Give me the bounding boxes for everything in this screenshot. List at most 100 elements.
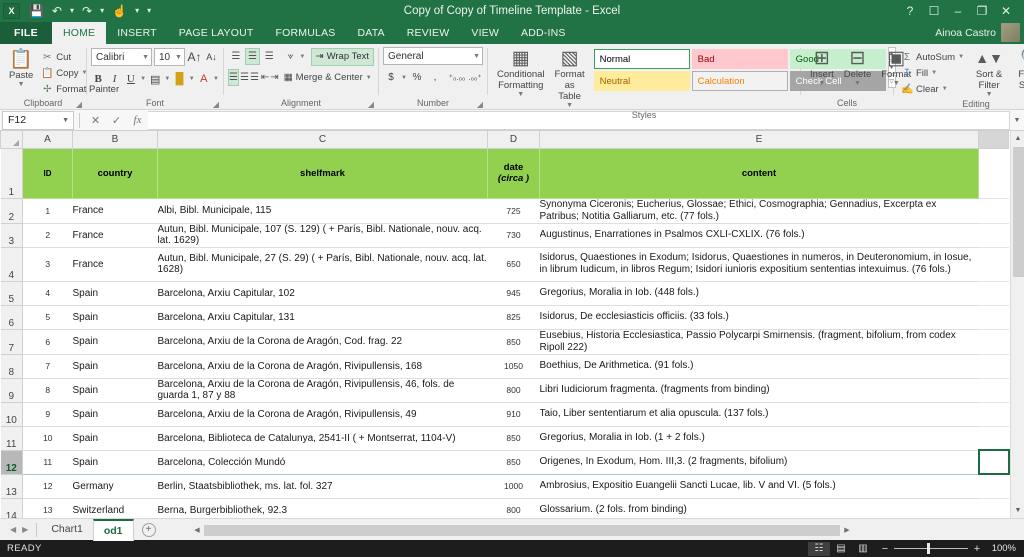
row-header-3[interactable]: 3 [0,222,23,248]
table-row[interactable]: 9 8 Spain Barcelona, Arxiu de la Corona de … [0,377,1009,403]
cell-f2[interactable] [978,198,1009,224]
borders-dropdown-icon[interactable]: ▼ [164,76,170,82]
row-header-2[interactable]: 2 [0,197,23,224]
cell-f13[interactable] [978,474,1009,499]
cell-date[interactable]: 850 [487,449,540,475]
row-header-12[interactable]: 12 [0,449,23,475]
cell-content[interactable]: Gregorius, Moralia in Iob. (448 fols.) [539,281,979,306]
table-row[interactable]: 5 4 Spain Barcelona, Arxiu Capitular, 102 94… [0,280,1009,306]
cell-id[interactable]: 13 [22,498,73,518]
cell-f9[interactable] [978,378,1009,403]
sheet-prev-icon[interactable]: ◀ [10,525,16,534]
align-center-button[interactable]: ☰ [240,69,249,86]
row-header-9[interactable]: 9 [0,377,23,403]
zoom-in-button[interactable]: + [972,543,982,555]
zoom-slider[interactable]: − + [880,543,982,555]
cell-date[interactable]: 1050 [487,354,540,379]
cell-content[interactable]: Isidorus, Quaestiones in Exodum; Isidoru… [539,247,979,282]
touch-mode-icon[interactable]: ☝ [109,3,130,19]
redo-dropdown-icon[interactable]: ▾ [97,3,107,19]
clipboard-dialog-launcher[interactable]: ◢ [76,99,82,110]
fill-button[interactable]: ↧ Fill ▼ [898,65,968,81]
decrease-decimal-button[interactable]: .₀₀⁺ [467,69,483,86]
zoom-thumb[interactable] [927,543,930,554]
cell-shelfmark[interactable]: Berna, Burgerbibliothek, 92.3 [157,498,488,518]
row-header-10[interactable]: 10 [0,401,23,427]
table-row[interactable]: 3 2 France Autun, Bibl. Municipale, 107 (S.… [0,222,1009,248]
tab-data[interactable]: DATA [346,22,395,44]
cell-country[interactable]: Germany [72,474,158,499]
align-right-button[interactable]: ☰ [250,69,259,86]
row-header-4[interactable]: 4 [0,246,23,282]
normal-view-button[interactable]: ☷ [808,541,830,556]
header-cell-shelfmark[interactable]: shelfmark [157,148,488,199]
cell-country[interactable]: Spain [72,281,158,306]
row-header-6[interactable]: 6 [0,304,23,330]
font-size-combo[interactable]: 10 ▼ [154,48,185,66]
fill-dropdown-icon[interactable]: ▼ [931,70,938,76]
cell-f14[interactable] [978,498,1009,518]
cell-id[interactable]: 10 [22,426,73,451]
name-box[interactable]: F12 ▼ [2,110,74,130]
cell-content[interactable]: Augustinus, Enarrationes in Psalmos CXLI… [539,223,979,248]
undo-dropdown-icon[interactable]: ▾ [67,3,77,19]
align-left-button[interactable]: ☰ [228,69,239,86]
cell-country[interactable]: Spain [72,354,158,379]
conditional-formatting-dropdown-icon[interactable]: ▼ [517,91,524,98]
cell-content[interactable]: Gregorius, Moralia in Iob. (1 + 2 fols.) [539,426,979,451]
tab-formulas[interactable]: FORMULAS [265,22,347,44]
cell-style-normal[interactable]: Normal [593,49,690,69]
cell-shelfmark[interactable]: Barcelona, Arxiu de la Corona de Aragón,… [157,378,488,403]
cell-shelfmark[interactable]: Barcelona, Colección Mundó [157,449,488,475]
cell-country[interactable]: France [72,198,158,224]
sheet-tab-od1[interactable]: od1 [92,518,134,541]
orientation-button[interactable]: ⟇ [283,48,299,65]
cell-style-bad[interactable]: Bad [691,49,788,69]
sheet-nav-arrows[interactable]: ◀ ▶ [0,525,36,534]
scroll-down-icon[interactable]: ▼ [1010,503,1024,518]
cell-shelfmark[interactable]: Autun, Bibl. Municipale, 27 (S. 29) ( + … [157,247,488,282]
cell-id[interactable]: 6 [22,329,73,355]
cell-id[interactable]: 5 [22,305,73,330]
row-header-7[interactable]: 7 [0,328,23,355]
zoom-track[interactable] [894,543,968,554]
cell-content[interactable]: Origenes, In Exodum, Hom. III,3. (2 frag… [539,449,979,475]
paste-button[interactable]: 📋 Paste ▼ [4,47,38,89]
cell-country[interactable]: Spain [72,329,158,355]
cell-date[interactable]: 650 [487,247,540,282]
cell-country[interactable]: Spain [72,449,158,475]
cell-content[interactable]: Ambrosius, Expositio Euangelii Sancti Lu… [539,474,979,499]
underline-button[interactable]: U [124,71,138,88]
merge-dropdown-icon[interactable]: ▼ [366,75,373,81]
cell-id[interactable]: 9 [22,402,73,427]
cell-id[interactable]: 3 [22,247,73,282]
cell-content[interactable]: Eusebius, Historia Ecclesiastica, Passio… [539,329,979,355]
column-header-c[interactable]: C [157,131,488,149]
cell-date[interactable]: 850 [487,329,540,355]
autosum-dropdown-icon[interactable]: ▼ [958,54,965,60]
cell-country[interactable]: France [72,247,158,282]
hscroll-right-icon[interactable]: ▶ [840,526,854,534]
fill-color-dropdown-icon[interactable]: ▼ [189,76,195,82]
decrease-font-size-button[interactable]: A↓ [204,49,219,66]
horizontal-scrollbar[interactable]: ◀ ▶ [190,524,854,536]
zoom-out-button[interactable]: − [880,543,890,555]
close-icon[interactable]: ✕ [994,0,1018,22]
tab-view[interactable]: VIEW [460,22,510,44]
merge-center-button[interactable]: ▦ Merge & Center ▼ [281,69,376,87]
header-cell-content[interactable]: content [539,148,979,199]
table-row[interactable]: 6 5 Spain Barcelona, Arxiu Capitular, 131 82… [0,304,1009,330]
help-icon[interactable]: ? [898,0,922,22]
decrease-indent-button[interactable]: ⇤ [261,69,269,86]
page-layout-view-button[interactable]: ▤ [830,542,852,556]
conditional-formatting-button[interactable]: ▦ Conditional Formatting ▼ [492,47,550,99]
cell-f3[interactable] [978,223,1009,248]
comma-style-button[interactable]: , [427,69,443,86]
cell-content[interactable]: Glossarium. (2 fols. from binding) [539,498,979,518]
hscroll-left-icon[interactable]: ◀ [190,526,204,534]
customize-qat-icon[interactable]: ▾ [144,3,154,19]
percent-button[interactable]: % [409,69,425,86]
tab-add-ins[interactable]: ADD-INS [510,22,577,44]
align-bottom-button[interactable]: ☰ [261,48,277,65]
expand-formula-bar-icon[interactable]: ▼ [1010,116,1024,124]
